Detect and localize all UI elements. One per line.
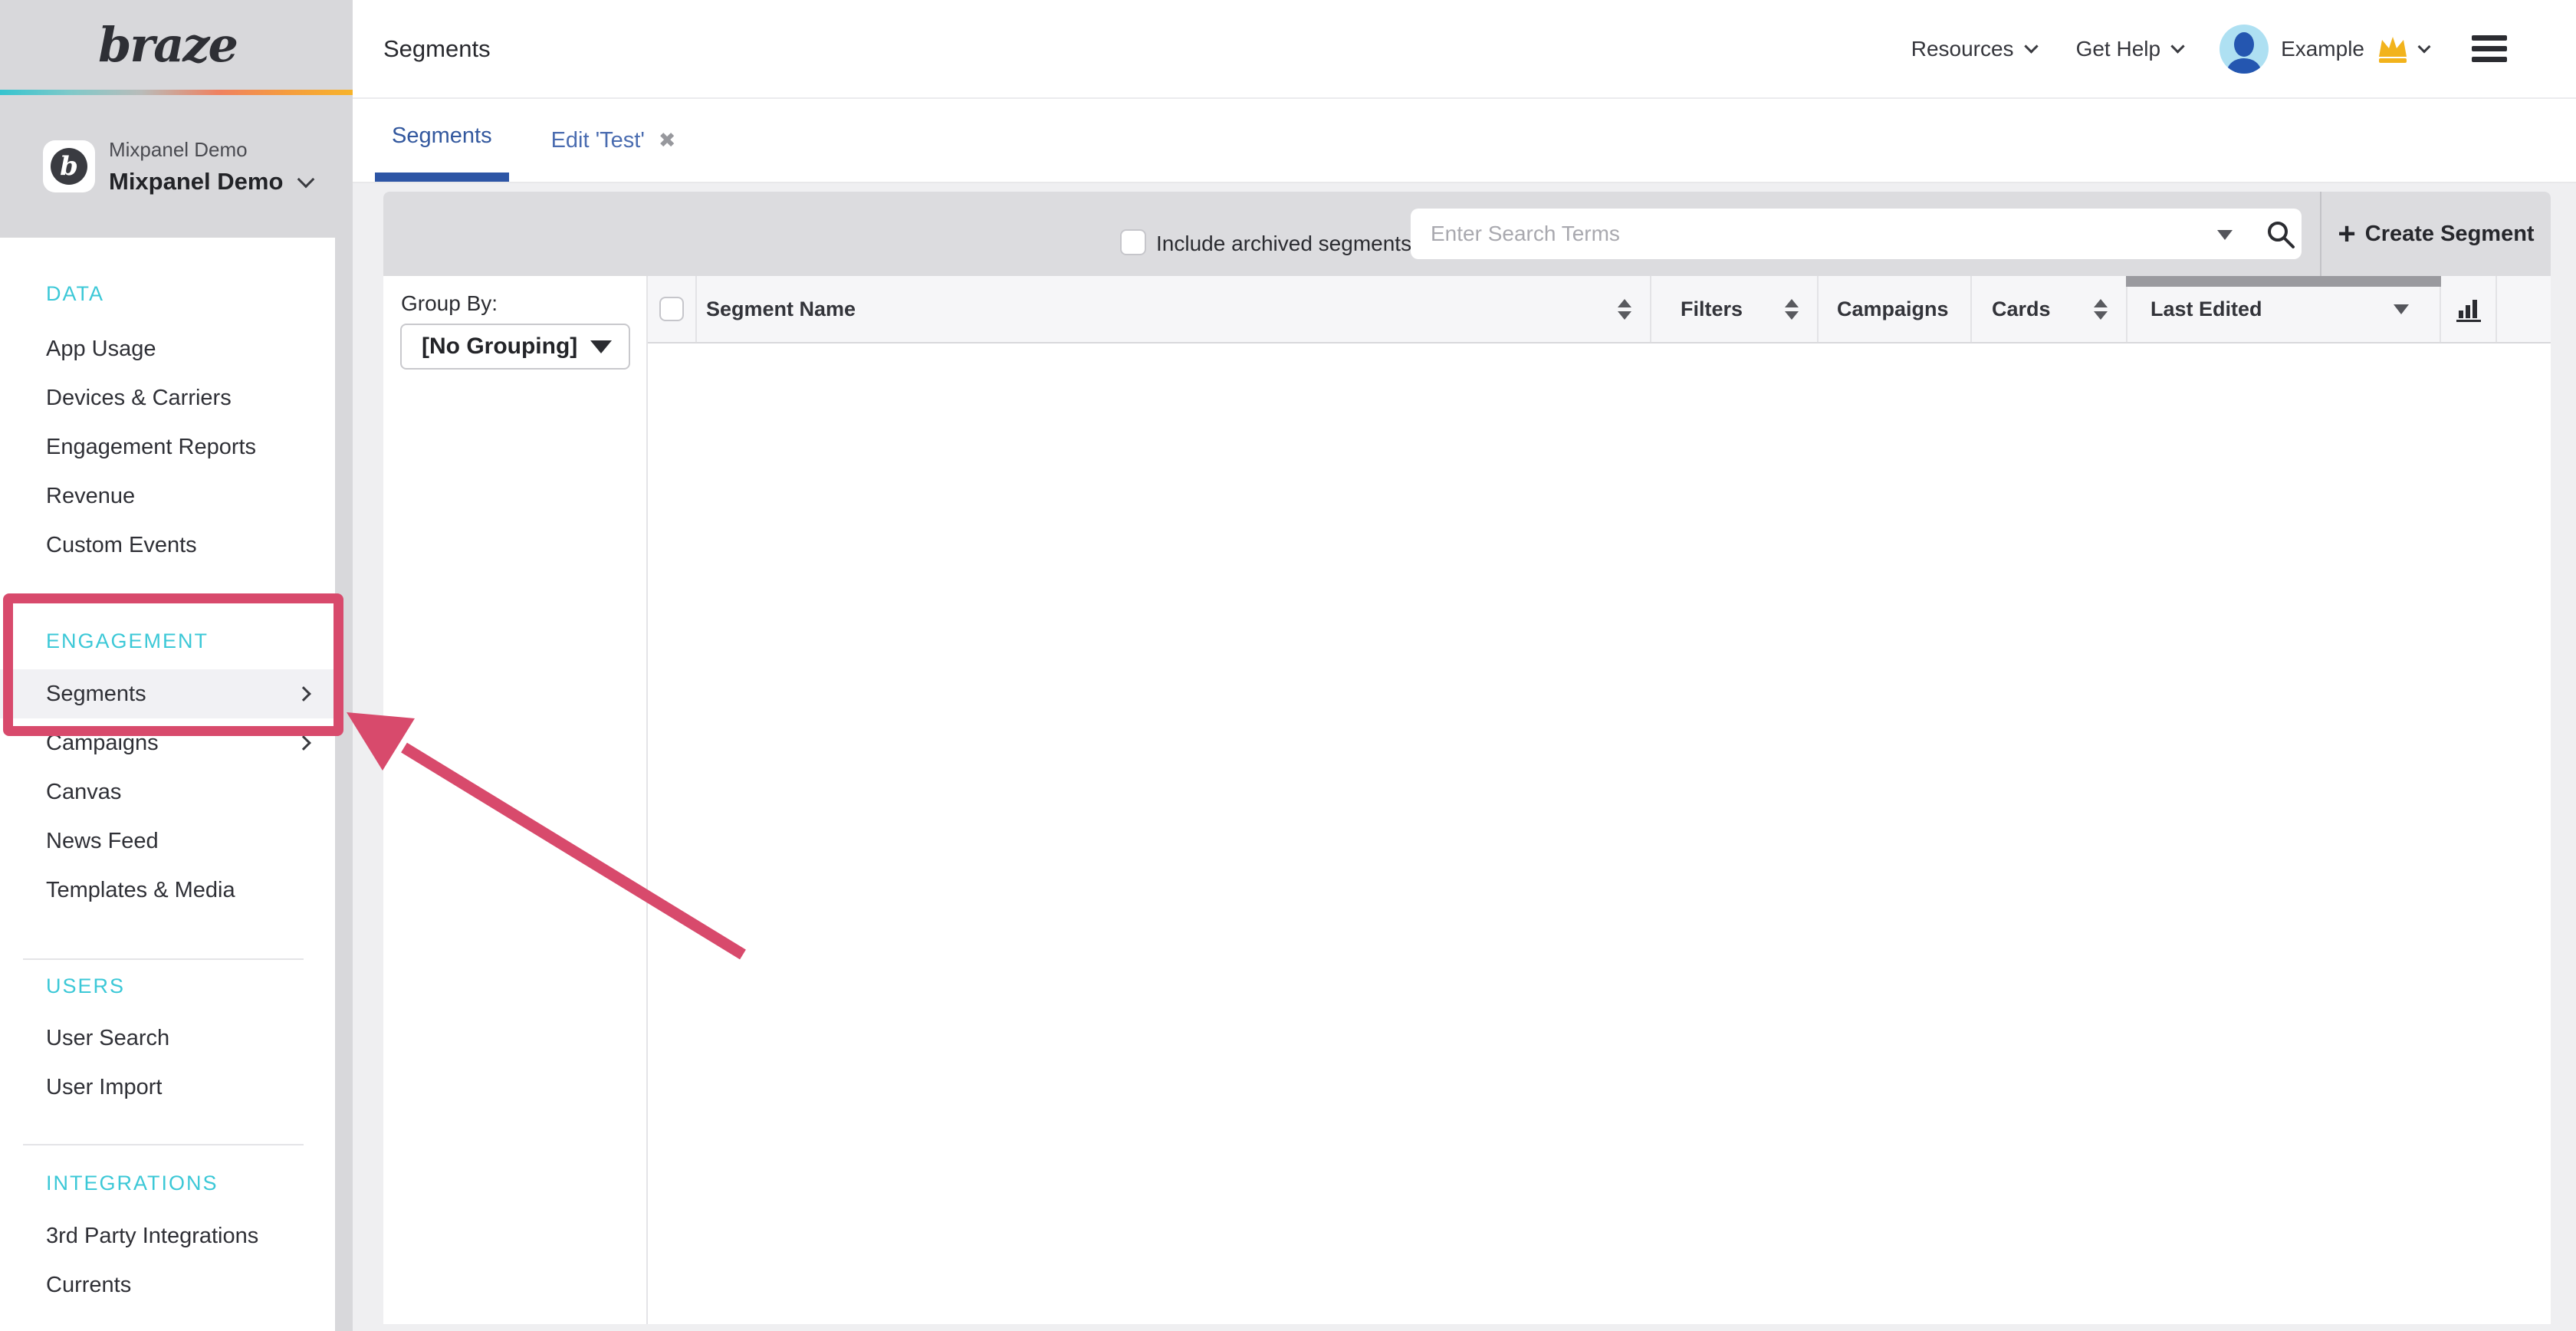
segments-toolbar: Include archived segments + Create Segme… <box>383 192 2551 276</box>
include-archived-label: Include archived segments <box>1156 232 1411 256</box>
sidebar-item-3rd-party-integrations[interactable]: 3rd Party Integrations <box>0 1211 335 1260</box>
workspace-labels: Mixpanel Demo Mixpanel Demo <box>109 138 312 196</box>
get-help-menu[interactable]: Get Help <box>2076 37 2183 61</box>
brand-gradient-divider <box>0 90 353 95</box>
chevron-down-icon <box>2170 39 2184 53</box>
logo-block: braze <box>0 0 335 90</box>
section-header-users: USERS <box>0 974 335 997</box>
tab-segments[interactable]: Segments <box>375 99 509 182</box>
sidebar-item-currents[interactable]: Currents <box>0 1260 335 1310</box>
sorted-column-indicator <box>2126 276 2441 287</box>
group-by-panel: Group By: [No Grouping] <box>383 276 648 1324</box>
workspace-app-icon: b <box>43 140 95 192</box>
table-header-row: Segment Name Filters Campaigns Cards <box>648 276 2551 343</box>
select-caret-icon <box>590 340 612 353</box>
plus-icon: + <box>2338 219 2355 249</box>
chevron-down-icon <box>2024 39 2038 53</box>
sidebar-item-custom-events[interactable]: Custom Events <box>0 521 335 570</box>
sidebar-item-templates-media[interactable]: Templates & Media <box>0 866 335 915</box>
sidebar-divider <box>23 1144 304 1145</box>
column-header-cards[interactable]: Cards <box>1972 276 2128 342</box>
sidebar-item-canvas[interactable]: Canvas <box>0 767 335 817</box>
sidebar-item-engagement-reports[interactable]: Engagement Reports <box>0 422 335 472</box>
group-by-value: [No Grouping] <box>422 334 590 360</box>
user-menu[interactable]: Example <box>2220 25 2429 74</box>
column-header-spacer <box>2497 276 2551 342</box>
select-all-checkbox[interactable] <box>659 297 684 321</box>
sidebar-item-segments[interactable]: Segments <box>0 669 335 718</box>
section-header-engagement: ENGAGEMENT <box>0 629 335 652</box>
tab-bar: Segments Edit 'Test' ✖ <box>353 99 2576 183</box>
workspace-name: Mixpanel Demo <box>109 168 283 196</box>
create-segment-button[interactable]: + Create Segment <box>2321 192 2551 276</box>
chevron-right-icon <box>296 686 311 702</box>
content-row: Group By: [No Grouping] Segment Name <box>383 276 2551 1324</box>
group-by-select[interactable]: [No Grouping] <box>400 324 630 370</box>
search-input[interactable] <box>1411 209 2302 259</box>
sort-icon <box>2094 299 2108 320</box>
section-header-integrations: INTEGRATIONS <box>0 1172 335 1195</box>
top-header: Segments Resources Get Help Example <box>353 0 2576 99</box>
company-name: Mixpanel Demo <box>109 138 312 162</box>
avatar <box>2220 25 2269 74</box>
column-header-analytics[interactable] <box>2441 276 2497 342</box>
sidebar-item-devices-carriers[interactable]: Devices & Carriers <box>0 373 335 422</box>
sort-desc-icon <box>2394 304 2409 314</box>
app-icon-letter: b <box>60 151 78 182</box>
braze-logo[interactable]: braze <box>98 17 237 73</box>
header-actions: Resources Get Help Example <box>1911 0 2507 97</box>
braze-app: braze b Mixpanel Demo Mixpanel Demo DATA… <box>0 0 2576 1331</box>
group-by-label: Group By: <box>401 291 498 316</box>
chevron-down-icon <box>297 170 315 188</box>
sidebar-item-campaigns[interactable]: Campaigns <box>0 718 335 767</box>
table-body <box>648 343 2551 1324</box>
column-header-filters[interactable]: Filters <box>1651 276 1819 342</box>
crown-icon <box>2375 34 2410 64</box>
column-header-campaigns[interactable]: Campaigns <box>1819 276 1972 342</box>
sidebar-item-news-feed[interactable]: News Feed <box>0 817 335 866</box>
section-header-data: DATA <box>0 282 335 305</box>
sidebar-item-user-search[interactable]: User Search <box>0 1014 335 1063</box>
column-header-segment-name[interactable]: Segment Name <box>697 276 1651 342</box>
column-header-last-edited[interactable]: Last Edited <box>2128 276 2441 342</box>
bar-chart-icon <box>2453 294 2484 324</box>
hamburger-menu-icon[interactable] <box>2472 30 2507 67</box>
main-content: Include archived segments + Create Segme… <box>353 183 2576 1331</box>
sidebar-nav: DATA App Usage Devices & Carriers Engage… <box>0 238 335 1331</box>
chevron-down-icon <box>2418 40 2431 53</box>
sidebar-item-revenue[interactable]: Revenue <box>0 472 335 521</box>
close-icon[interactable]: ✖ <box>659 129 676 153</box>
sort-icon <box>1785 299 1799 320</box>
chevron-right-icon <box>296 735 311 751</box>
sidebar-item-user-import[interactable]: User Import <box>0 1063 335 1112</box>
include-archived-checkbox[interactable] <box>1120 229 1146 255</box>
page-title: Segments <box>383 0 491 97</box>
tab-edit-test[interactable]: Edit 'Test' ✖ <box>534 99 693 182</box>
sidebar-item-app-usage[interactable]: App Usage <box>0 324 335 373</box>
select-all-cell <box>648 276 697 342</box>
user-name: Example <box>2281 37 2364 61</box>
search-icon[interactable] <box>2266 219 2296 250</box>
sidebar-divider <box>23 958 304 960</box>
sidebar: braze b Mixpanel Demo Mixpanel Demo DATA… <box>0 0 353 1331</box>
segments-table: Segment Name Filters Campaigns Cards <box>648 276 2551 1324</box>
workspace-switcher[interactable]: b Mixpanel Demo Mixpanel Demo <box>0 95 353 238</box>
sort-icon <box>1618 299 1631 320</box>
segments-panel: Include archived segments + Create Segme… <box>383 192 2551 1324</box>
resources-menu[interactable]: Resources <box>1911 37 2036 61</box>
search-dropdown-caret-icon[interactable] <box>2217 230 2233 240</box>
